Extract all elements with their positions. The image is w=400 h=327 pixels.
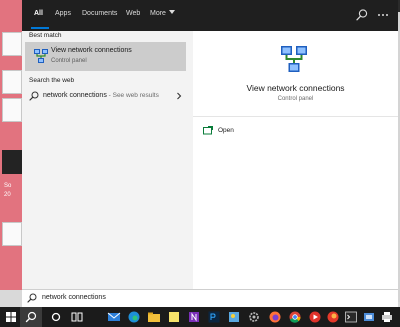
active-tab-indicator (31, 27, 49, 29)
best-match-header: Best match (29, 32, 62, 39)
search-icon[interactable] (24, 310, 38, 324)
network-connections-icon (281, 46, 307, 72)
firefox-icon[interactable] (268, 310, 282, 324)
preview-subtitle: Control panel (277, 96, 314, 102)
firefox-dev-icon[interactable] (326, 310, 340, 324)
desktop-file-label: 20 (4, 192, 11, 198)
best-match-result[interactable]: View network connections Control panel (25, 42, 186, 71)
search-input-value: network connections (42, 294, 106, 301)
file-explorer-icon[interactable] (147, 310, 161, 324)
sticky-notes-icon[interactable] (167, 310, 181, 324)
best-match-title: View network connections (51, 47, 132, 54)
search-panel: All Apps Documents Web More Best match V… (22, 0, 398, 289)
media-icon[interactable] (308, 310, 322, 324)
onenote-icon[interactable] (187, 310, 201, 324)
search-icon (29, 91, 39, 101)
web-result-suffix: - See web results (106, 92, 159, 99)
search-icon (27, 293, 37, 303)
settings-icon[interactable] (247, 310, 261, 324)
preview-title: View network connections (246, 83, 345, 93)
tab-all[interactable]: All (34, 10, 43, 17)
open-label: Open (218, 127, 234, 134)
photoshop-icon[interactable] (207, 310, 221, 324)
results-list: Best match View network connections Cont… (22, 31, 190, 289)
network-connections-icon (34, 49, 48, 63)
search-web-header: Search the web (29, 77, 75, 84)
open-action[interactable]: Open (201, 125, 281, 137)
web-result-text: network connections - See web results (43, 92, 159, 99)
search-input[interactable]: network connections (22, 289, 398, 307)
mail-icon[interactable] (107, 310, 121, 324)
edge-icon[interactable] (127, 310, 141, 324)
search-topbar: All Apps Documents Web More (22, 0, 398, 31)
best-match-subtitle: Control panel (51, 58, 87, 64)
more-options-icon[interactable] (376, 8, 390, 22)
web-result-query: network connections (43, 92, 107, 99)
desktop-file-label: So (4, 183, 12, 189)
chevron-down-icon (168, 10, 175, 14)
windows-start-icon[interactable] (4, 310, 18, 324)
preview-pane: View network connections Control panel O… (193, 31, 398, 289)
terminal-icon[interactable] (344, 310, 358, 324)
task-view-icon[interactable] (70, 310, 84, 324)
desktop-file-icon[interactable] (2, 98, 22, 122)
desktop-file-icon[interactable] (2, 32, 22, 56)
desktop-file-icon[interactable] (2, 150, 22, 174)
paint-icon[interactable] (227, 310, 241, 324)
feedback-icon[interactable] (355, 8, 369, 22)
web-result[interactable]: network connections - See web results (25, 89, 186, 103)
tab-documents[interactable]: Documents (82, 10, 117, 17)
tab-more[interactable]: More (150, 10, 175, 17)
printer-icon[interactable] (380, 310, 394, 324)
tab-apps[interactable]: Apps (55, 10, 71, 17)
divider (193, 116, 398, 117)
tab-web[interactable]: Web (126, 10, 140, 17)
chevron-right-icon[interactable] (175, 91, 183, 101)
task-view-icon[interactable] (49, 310, 63, 324)
chrome-icon[interactable] (288, 310, 302, 324)
tab-more-label: More (150, 10, 166, 17)
desktop-file-icon[interactable] (2, 222, 22, 246)
desktop-file-icon[interactable] (2, 70, 22, 94)
system-app-icon[interactable] (362, 310, 376, 324)
open-icon (203, 126, 213, 135)
taskbar (0, 307, 400, 327)
